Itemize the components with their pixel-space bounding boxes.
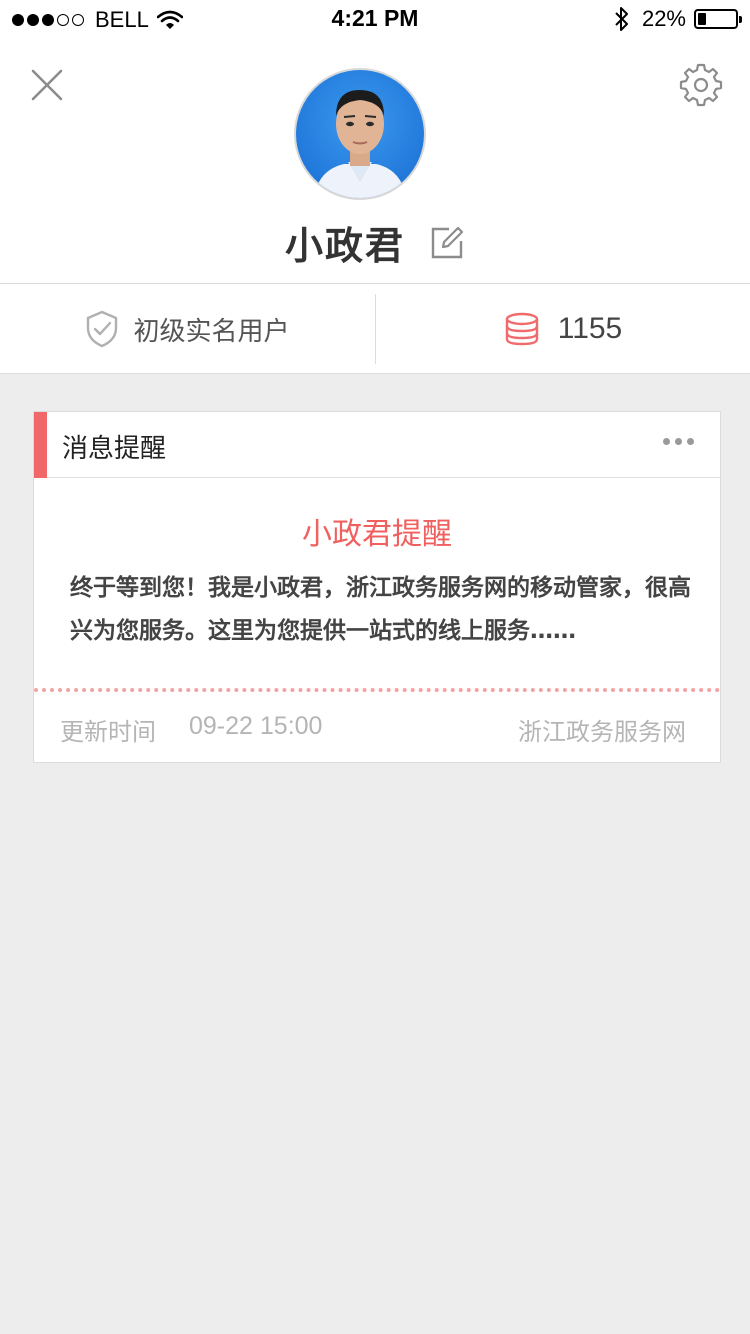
username: 小政君 — [284, 224, 405, 268]
message-card[interactable]: 消息提醒 小政君提醒 终于等到您！我是小政君，浙江政务服务网的移动管家，很高兴为… — [33, 411, 721, 763]
battery-icon — [694, 9, 742, 29]
points-stat[interactable]: 1155 — [376, 284, 750, 374]
close-icon[interactable] — [24, 62, 70, 108]
card-title: 消息提醒 — [62, 434, 167, 464]
update-label: 更新时间 — [60, 718, 156, 746]
status-bar: BELL 4:21 PM 22% — [0, 0, 750, 40]
battery-fill — [698, 13, 706, 25]
profile-header: 小政君 — [0, 40, 750, 284]
points-value: 1155 — [557, 312, 623, 345]
update-time: 09-22 15:00 — [189, 712, 323, 740]
battery-percent: 22% — [641, 6, 686, 31]
card-header: 消息提醒 — [34, 412, 720, 478]
message-title: 小政君提醒 — [302, 517, 452, 552]
card-accent-bar — [34, 412, 47, 478]
stats-row: 初级实名用户 1155 — [0, 284, 750, 374]
more-icon[interactable] — [663, 438, 694, 445]
status-right: 22% — [614, 6, 742, 32]
coins-icon — [505, 312, 538, 346]
name-row: 小政君 — [0, 215, 750, 270]
settings-icon[interactable] — [678, 62, 724, 108]
verification-label: 初级实名用户 — [133, 316, 290, 347]
message-source: 浙江政务服务网 — [518, 718, 686, 746]
message-body: 终于等到您！我是小政君，浙江政务服务网的移动管家，很高兴为您服务。这里为您提供一… — [70, 575, 691, 644]
avatar[interactable] — [294, 68, 426, 200]
verification-status[interactable]: 初级实名用户 — [0, 284, 375, 374]
shield-check-icon — [87, 310, 118, 348]
edit-icon[interactable] — [429, 225, 465, 261]
dotted-divider — [34, 688, 720, 692]
bluetooth-icon — [615, 7, 628, 31]
